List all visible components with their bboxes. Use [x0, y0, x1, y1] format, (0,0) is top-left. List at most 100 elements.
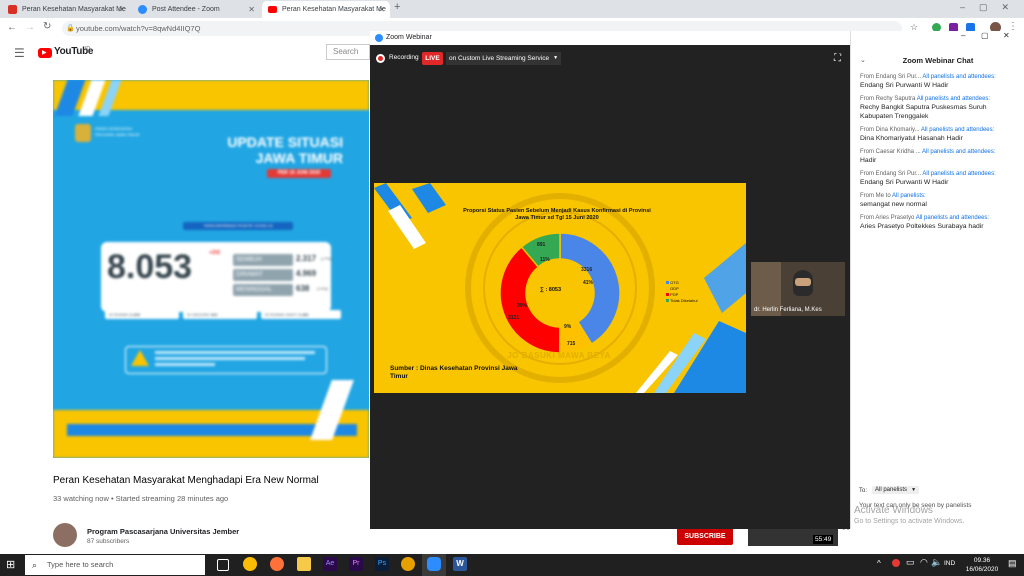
- treated-label: DIRAWAT: [233, 269, 293, 281]
- chat-message-sender: From Rechy Saputra All panelists and att…: [860, 96, 991, 102]
- chat-message-text: Endang Sri Purwanti W Hadir: [860, 179, 949, 186]
- channel-name[interactable]: Program Pascasarjana Universitas Jember: [87, 527, 239, 536]
- browser-tab-youtube[interactable]: Peran Kesehatan Masyarakat Me ✕: [262, 1, 390, 18]
- chat-message-sender: From Endang Sri Pur... All panelists and…: [860, 171, 996, 177]
- back-icon[interactable]: ←: [7, 22, 17, 33]
- hamburger-menu-icon[interactable]: ☰: [14, 46, 25, 60]
- video-meta: 33 watching now • Started streaming 28 m…: [53, 494, 229, 503]
- taskbar-clock[interactable]: 09.36 16/06/2020: [962, 556, 1002, 574]
- zoom-window-title: Zoom Webinar: [386, 34, 432, 41]
- forward-icon[interactable]: →: [25, 22, 35, 33]
- browser-tab-gmail[interactable]: Peran Kesehatan Masyarakat Me ✕: [2, 1, 130, 18]
- windows-start-icon[interactable]: ⊞: [6, 558, 15, 571]
- battery-icon[interactable]: ▭: [906, 557, 915, 568]
- new-tab-button[interactable]: +: [394, 1, 400, 13]
- chat-message-text: Endang Sri Purwanti W Hadir: [860, 82, 949, 89]
- close-icon[interactable]: ✕: [1003, 31, 1010, 40]
- chevron-up-icon[interactable]: ^: [877, 559, 881, 568]
- maximize-icon[interactable]: ▢: [981, 31, 989, 40]
- chat-message-sender: From Endang Sri Pur... All panelists and…: [860, 74, 996, 80]
- task-view-icon[interactable]: [217, 559, 229, 571]
- warning-text-line: [155, 351, 315, 354]
- language-indicator[interactable]: IND: [944, 560, 955, 567]
- zoom-taskbar-icon[interactable]: [427, 557, 441, 571]
- window-controls[interactable]: –▢✕: [960, 2, 1023, 13]
- close-icon[interactable]: ✕: [378, 1, 385, 18]
- data-label-odp-pct: 9%: [564, 324, 572, 330]
- chat-message-text: Rechy Bangkit Saputra Puskesmas Suruh Ka…: [860, 104, 987, 120]
- participant-face: [795, 278, 811, 286]
- video-player[interactable]: DINAS KESEHATAN PROVINSI JAWA TIMUR UPDA…: [53, 80, 369, 458]
- wifi-icon[interactable]: ◠: [920, 557, 928, 568]
- chat-window-controls[interactable]: – ▢ ✕: [851, 31, 1024, 43]
- warning-text-line: [155, 363, 215, 366]
- search-placeholder: Type here to search: [47, 560, 114, 569]
- treated-value: 4.969: [296, 269, 317, 278]
- chat-message-sender: From Me to All panelists:: [860, 193, 926, 199]
- participant-video[interactable]: dr. Herlin Ferliana, M.Kes: [751, 262, 845, 316]
- video-duration: 55:49: [813, 535, 834, 544]
- stream-service-label: on Custom Live Streaming Service: [449, 55, 550, 62]
- live-stream-dropdown[interactable]: on Custom Live Streaming Service ▼: [446, 52, 562, 65]
- firefox-icon[interactable]: [270, 557, 284, 571]
- close-icon[interactable]: ✕: [118, 1, 125, 18]
- tray-app-icon[interactable]: [892, 559, 900, 567]
- premiere-icon[interactable]: Pr: [349, 557, 363, 571]
- chat-message-list: From Endang Sri Pur... All panelists and…: [860, 73, 1020, 236]
- shared-slide: Proporsi Status Pasien Sebelum Menjadi K…: [374, 183, 746, 393]
- subscribe-button[interactable]: SUBSCRIBE: [677, 528, 733, 545]
- chat-message: From Me to All panelists: semangat new no…: [860, 192, 1020, 209]
- jatim-logo-icon: [75, 124, 91, 142]
- reload-icon[interactable]: ↻: [43, 21, 51, 32]
- fullscreen-icon[interactable]: ⛶: [834, 53, 841, 64]
- chevron-down-icon: ▼: [553, 55, 559, 61]
- photoshop-icon[interactable]: Ps: [375, 557, 389, 571]
- taskbar-search-box[interactable]: ⌕ Type here to search: [25, 555, 205, 575]
- tab-title: Peran Kesehatan Masyarakat Me: [282, 6, 386, 13]
- chat-message: From Caesar Kridha ... All panelists and…: [860, 148, 1020, 165]
- activate-windows-subtitle: Go to Settings to activate Windows.: [854, 518, 965, 525]
- minimize-icon[interactable]: –: [961, 31, 965, 40]
- chat-message-text: Aries Prasetyo Poltekkes Surabaya hadir: [860, 223, 984, 230]
- volume-icon[interactable]: 🔈: [931, 557, 942, 568]
- chat-title: Zoom Webinar Chat: [902, 56, 974, 65]
- chrome-icon[interactable]: [243, 557, 257, 571]
- watermark-text: JO BASUKI MAWA BEYA: [507, 351, 611, 360]
- clock-date: 16/06/2020: [965, 566, 999, 573]
- data-label-pdp-value: 3131: [508, 315, 520, 321]
- chat-message: From Rechy Saputra All panelists and att…: [860, 95, 1020, 121]
- chat-to-label: To:: [859, 488, 868, 494]
- chart-center-label: ∑ : 8053: [540, 287, 562, 293]
- confirmed-label: TERKONFIRMASI POSITIF COVID-19: [183, 222, 293, 230]
- browser-tab-bar: Peran Kesehatan Masyarakat Me ✕ Post Att…: [0, 0, 1024, 18]
- building-isolation-stat: DI GEDUNG 422: [183, 310, 257, 319]
- play-icon: ▶: [42, 50, 47, 56]
- data-label-unknown-value: 891: [537, 242, 546, 248]
- decor-stripe: [412, 183, 446, 213]
- recovered-pct: (+7%): [321, 256, 332, 261]
- deceased-label: MENINGGAL: [233, 284, 293, 296]
- live-badge[interactable]: LIVE: [422, 52, 443, 65]
- chat-message-text: semangat new normal: [860, 201, 927, 208]
- close-icon[interactable]: ✕: [248, 1, 255, 18]
- warning-text-line: [155, 357, 305, 360]
- chat-recipient-dropdown[interactable]: All panelists ▼: [872, 486, 920, 494]
- chat-message: From Aries Prasetyo All panelists and at…: [860, 214, 1020, 231]
- zoom-icon: [375, 34, 383, 42]
- search-icon: ⌕: [32, 560, 38, 570]
- file-explorer-icon[interactable]: [297, 557, 311, 571]
- channel-subscribers: 87 subscribers: [87, 538, 130, 545]
- zoom-chat-panel: – ▢ ✕ ⌄ Zoom Webinar Chat From Endang Sr…: [850, 31, 1024, 529]
- date-badge: PER 15 JUNI 2020: [267, 169, 331, 178]
- search-input[interactable]: Search: [326, 44, 370, 60]
- browser-tab-zoom[interactable]: Post Attendee - Zoom ✕: [132, 1, 260, 18]
- gmail-icon: [8, 5, 17, 14]
- after-effects-icon[interactable]: Ae: [323, 557, 337, 571]
- app-icon[interactable]: [401, 557, 415, 571]
- hospital-stat: DI RUMAH SAKIT 2.283: [261, 310, 341, 319]
- channel-avatar[interactable]: [53, 523, 77, 547]
- chat-message-text: Dina Khomariyatul Hasanah Hadir: [860, 135, 963, 142]
- home-isolation-stat: DI RUMAH 2.264: [105, 310, 179, 319]
- notification-icon[interactable]: ▤: [1008, 558, 1017, 569]
- word-icon[interactable]: W: [453, 557, 467, 571]
